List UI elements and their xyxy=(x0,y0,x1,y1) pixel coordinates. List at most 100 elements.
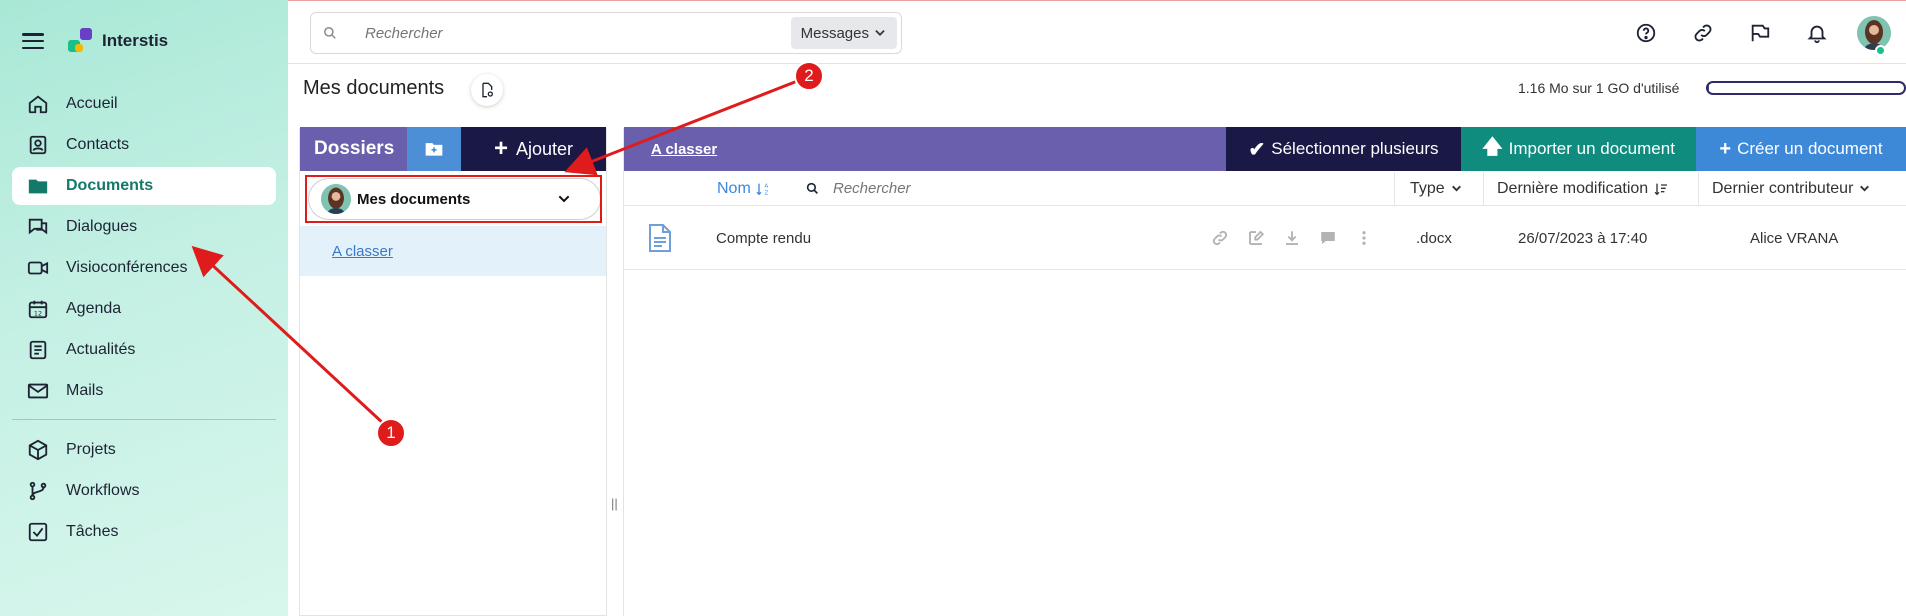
sidebar-item-taches[interactable]: Tâches xyxy=(12,513,276,551)
import-document-button[interactable]: 🡅 Importer un document xyxy=(1461,127,1696,171)
select-multiple-button[interactable]: ✔ Sélectionner plusieurs xyxy=(1226,127,1461,171)
panel-resize-handle[interactable]: || xyxy=(611,496,618,511)
sidebar-item-label: Accueil xyxy=(66,95,118,112)
folder-item-a-classer[interactable]: A classer xyxy=(300,226,606,276)
page-title: Mes documents xyxy=(303,77,445,99)
user-avatar[interactable] xyxy=(1852,11,1896,56)
table-row[interactable]: Compte rendu .docx 26/07/2023 à 17:40 Al… xyxy=(624,206,1906,270)
sidebar-item-accueil[interactable]: Accueil xyxy=(12,85,276,123)
menu-icon[interactable] xyxy=(22,33,44,49)
document-name[interactable]: Compte rendu xyxy=(716,206,811,270)
sort-az-icon: AZ xyxy=(756,183,768,196)
search-icon xyxy=(324,27,336,39)
sidebar-item-documents[interactable]: Documents xyxy=(12,167,276,205)
documents-panel: A classer ✔ Sélectionner plusieurs 🡅 Imp… xyxy=(623,127,1906,616)
mail-icon xyxy=(26,379,50,403)
video-icon xyxy=(26,256,50,280)
folder-space-select[interactable]: Mes documents xyxy=(308,178,601,220)
sidebar-item-label: Agenda xyxy=(66,300,122,317)
document-contributor: Alice VRANA xyxy=(1750,229,1839,247)
feedback-icon[interactable] xyxy=(1738,11,1782,55)
help-icon[interactable] xyxy=(1624,11,1668,55)
document-file-icon xyxy=(648,206,672,270)
chevron-down-icon xyxy=(875,30,885,36)
sidebar-item-label: Actualités xyxy=(66,341,136,358)
new-folder-button[interactable] xyxy=(407,127,461,171)
plus-icon: + xyxy=(1719,137,1732,160)
sidebar-item-contacts[interactable]: Contacts xyxy=(12,126,276,164)
search-icon xyxy=(806,182,818,194)
storage-usage-text: 1.16 Mo sur 1 GO d'utilisé xyxy=(1518,80,1680,96)
bell-icon[interactable] xyxy=(1795,11,1839,55)
sidebar-item-agenda[interactable]: 12 Agenda xyxy=(12,290,276,328)
sidebar-item-visioconferences[interactable]: Visioconférences xyxy=(12,249,276,287)
file-settings-icon xyxy=(482,82,493,98)
app-logo[interactable]: Interstis xyxy=(66,26,168,56)
document-modified: 26/07/2023 à 17:40 xyxy=(1518,229,1648,247)
breadcrumb-link[interactable]: A classer xyxy=(651,141,717,158)
create-document-label: Créer un document xyxy=(1737,139,1883,158)
edit-icon[interactable] xyxy=(1238,229,1274,247)
column-contributor[interactable]: Dernier contributeur xyxy=(1698,171,1871,206)
branch-icon xyxy=(26,479,50,503)
table-search xyxy=(806,180,1133,197)
sidebar-item-label: Mails xyxy=(66,382,104,399)
search-input[interactable] xyxy=(365,24,765,42)
logo-icon xyxy=(66,26,96,56)
sidebar-item-label: Contacts xyxy=(66,136,130,153)
column-name-label: Nom xyxy=(717,179,751,197)
nav-divider xyxy=(12,419,276,420)
sidebar-item-mails[interactable]: Mails xyxy=(12,372,276,410)
sidebar-item-label: Documents xyxy=(66,177,154,194)
sidebar-nav: Accueil Contacts Documents Dialogues Vis… xyxy=(0,85,288,551)
document-type: .docx xyxy=(1416,229,1452,247)
sidebar-item-label: Projets xyxy=(66,441,116,458)
avatar xyxy=(321,184,351,214)
share-link-icon[interactable] xyxy=(1202,229,1238,247)
chevron-down-icon xyxy=(1451,185,1461,192)
chevron-down-icon xyxy=(1860,185,1870,192)
avatar xyxy=(1857,16,1891,50)
sidebar-item-label: Tâches xyxy=(66,523,119,540)
row-actions xyxy=(1202,206,1382,270)
column-type-label: Type xyxy=(1410,179,1445,197)
search-scope-select[interactable]: Messages xyxy=(790,17,897,49)
folders-panel: Dossiers + Ajouter Mes documents A class… xyxy=(299,127,607,616)
documents-toolbar: A classer ✔ Sélectionner plusieurs 🡅 Imp… xyxy=(624,127,1906,171)
comment-icon[interactable] xyxy=(1310,229,1346,247)
storage-usage-fill xyxy=(1708,83,1709,93)
search-scope-label: Messages xyxy=(800,24,869,42)
global-search: Messages xyxy=(310,12,902,54)
svg-text:Z: Z xyxy=(764,190,768,196)
sidebar-item-dialogues[interactable]: Dialogues xyxy=(12,208,276,246)
arrow-up-icon: 🡅 xyxy=(1482,136,1503,158)
contact-card-icon xyxy=(26,133,50,157)
table-search-input[interactable] xyxy=(833,180,1133,197)
news-icon xyxy=(26,338,50,362)
sidebar-item-workflows[interactable]: Workflows xyxy=(12,472,276,510)
sidebar-header: Interstis xyxy=(0,0,288,82)
create-document-button[interactable]: + Créer un document xyxy=(1696,127,1906,171)
import-document-label: Importer un document xyxy=(1508,139,1675,158)
plus-icon: + xyxy=(493,135,508,162)
link-icon[interactable] xyxy=(1681,11,1725,55)
sidebar-item-label: Workflows xyxy=(66,482,140,499)
sidebar-item-label: Visioconférences xyxy=(66,259,188,276)
folders-title: Dossiers xyxy=(300,127,407,171)
sidebar-item-label: Dialogues xyxy=(66,218,138,235)
document-settings-button[interactable] xyxy=(471,74,503,106)
more-options-icon[interactable] xyxy=(1346,229,1382,247)
app-name: Interstis xyxy=(102,31,169,50)
sort-desc-icon xyxy=(1654,183,1668,195)
column-name[interactable]: Nom AZ xyxy=(717,180,771,198)
folders-toolbar: Dossiers + Ajouter xyxy=(300,127,606,171)
sidebar-item-projets[interactable]: Projets xyxy=(12,431,276,469)
sidebar-item-actualites[interactable]: Actualités xyxy=(12,331,276,369)
select-multiple-label: Sélectionner plusieurs xyxy=(1271,139,1439,158)
breadcrumb: A classer xyxy=(624,127,1226,171)
download-icon[interactable] xyxy=(1274,229,1310,247)
checkbox-icon xyxy=(26,520,50,544)
column-modified[interactable]: Dernière modification xyxy=(1483,171,1669,206)
column-type[interactable]: Type xyxy=(1394,171,1463,206)
add-button[interactable]: + Ajouter xyxy=(461,127,606,171)
